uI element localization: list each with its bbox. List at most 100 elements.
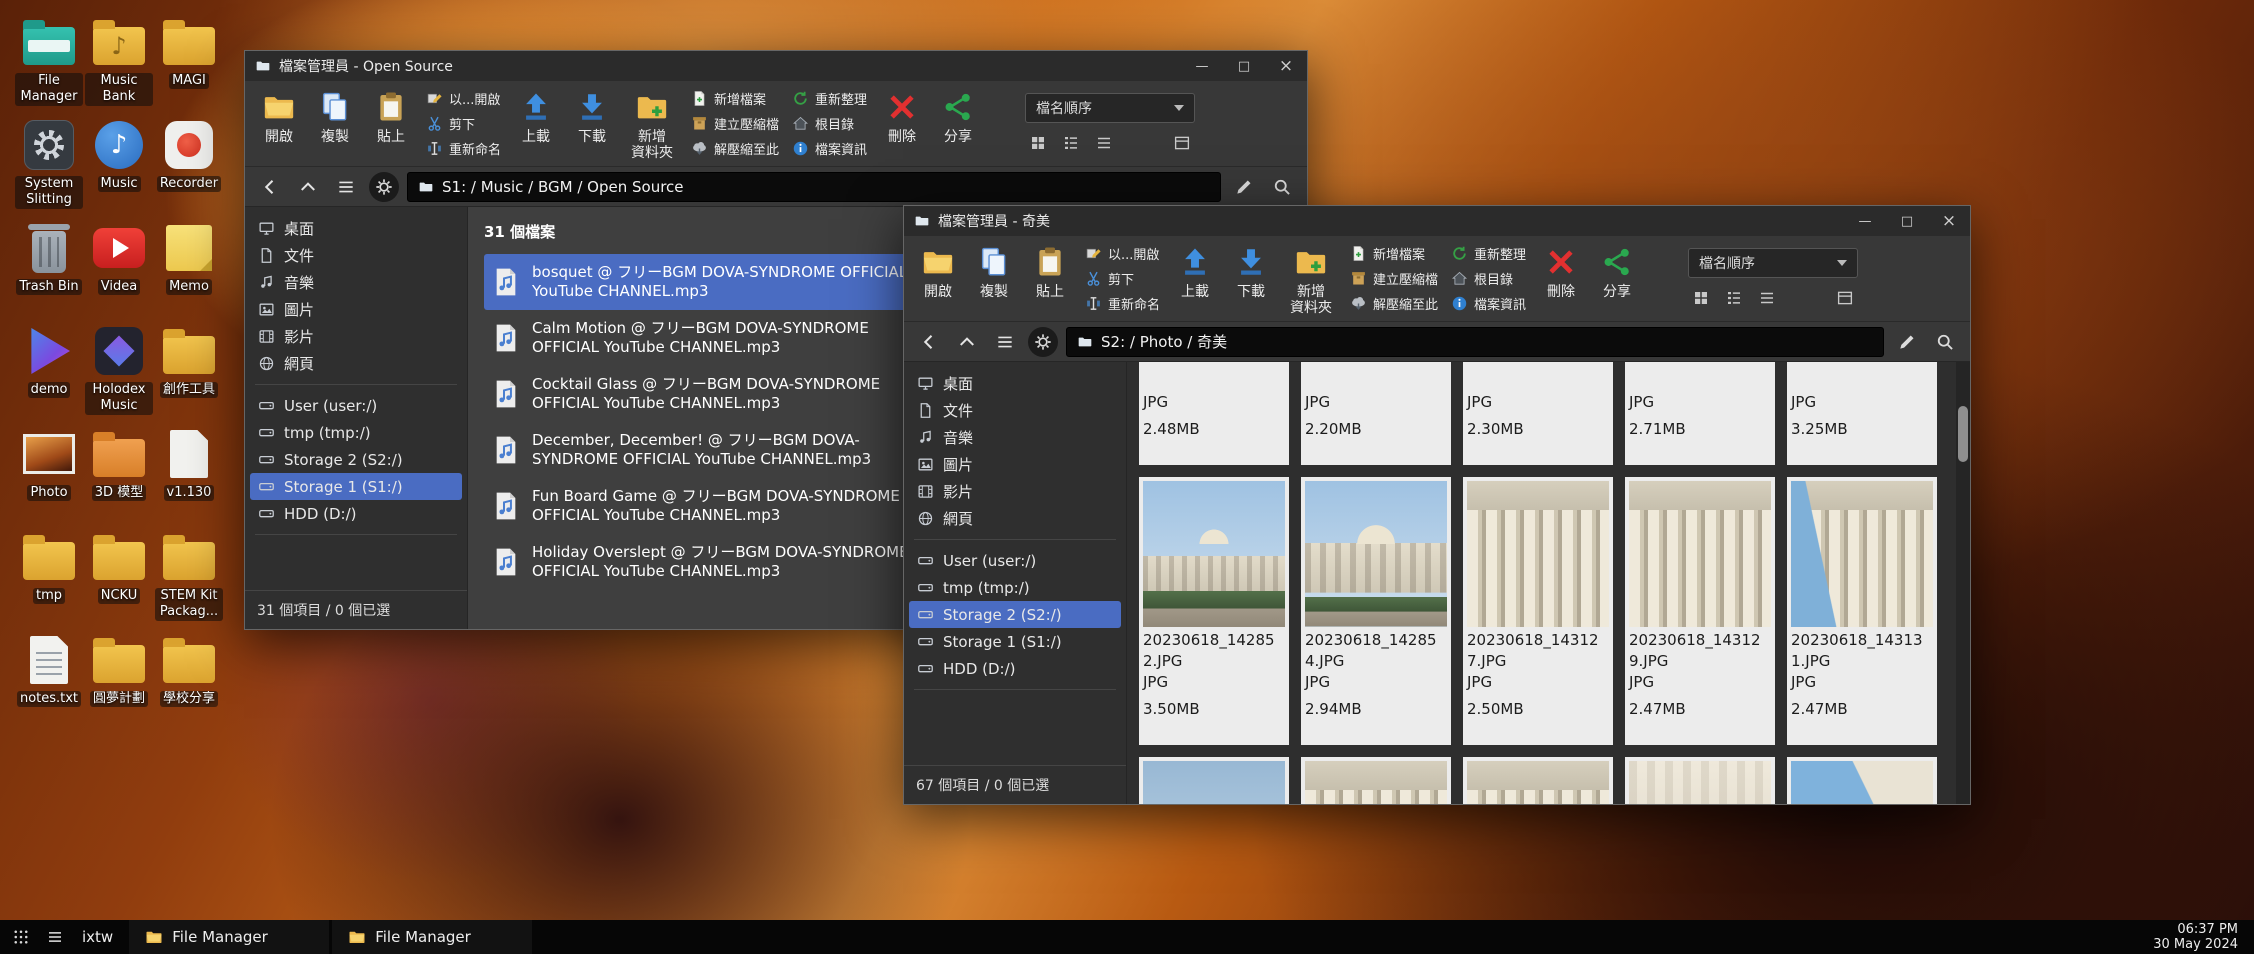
- back-button[interactable]: [255, 172, 285, 202]
- toolbar-button[interactable]: 開啟: [257, 88, 301, 160]
- toolbar-mini-button[interactable]: 以...開啟: [426, 89, 501, 108]
- file-row[interactable]: Cocktail Glass @ フリーBGM DOVA-SYNDROME OF…: [484, 366, 954, 422]
- sidebar-place-item[interactable]: 音樂: [250, 269, 462, 296]
- view-detail-button[interactable]: [1058, 132, 1084, 154]
- toolbar-mini-button[interactable]: 解壓縮至此: [1350, 294, 1438, 313]
- photo-card[interactable]: 20230618_143127.JPG JPG 2.50MB: [1463, 477, 1613, 745]
- toolbar-mini-button[interactable]: 新增檔案: [1350, 244, 1438, 263]
- photo-card[interactable]: JPG 3.25MB: [1787, 362, 1937, 465]
- sidebar-place-item[interactable]: 桌面: [250, 215, 462, 242]
- toolbar-mini-button[interactable]: 檔案資訊: [792, 139, 867, 158]
- desktop-icon[interactable]: MAGI: [154, 14, 224, 117]
- toolbar-mini-button[interactable]: 剪下: [1085, 269, 1160, 288]
- toolbar-mini-button[interactable]: 根目錄: [792, 114, 867, 133]
- sidebar-drive-item[interactable]: Storage 1 (S1:/): [909, 628, 1121, 655]
- sidebar-place-item[interactable]: 音樂: [909, 424, 1121, 451]
- toolbar-button[interactable]: 複製: [313, 88, 357, 160]
- toolbar-button[interactable]: 分享: [1595, 243, 1639, 315]
- desktop-icon[interactable]: System Slitting: [14, 117, 84, 220]
- photo-card[interactable]: JPG 2.48MB: [1139, 362, 1289, 465]
- sidebar-place-item[interactable]: 影片: [250, 323, 462, 350]
- toolbar-mini-button[interactable]: 檔案資訊: [1451, 294, 1526, 313]
- taskbar-menu-button[interactable]: [40, 922, 70, 952]
- file-row[interactable]: Calm Motion @ フリーBGM DOVA-SYNDROME OFFIC…: [484, 310, 954, 366]
- view-detail-button[interactable]: [1721, 287, 1747, 309]
- view-compact-button[interactable]: [1754, 287, 1780, 309]
- toolbar-mini-button[interactable]: 建立壓縮檔: [1350, 269, 1438, 288]
- sort-dropdown[interactable]: 檔名順序: [1025, 93, 1195, 123]
- toolbar-button[interactable]: 新增 資料夾: [1285, 243, 1337, 315]
- sidebar-drive-item[interactable]: tmp (tmp:/): [909, 574, 1121, 601]
- photo-card[interactable]: 20230618_142852.JPG JPG 3.50MB: [1139, 477, 1289, 745]
- photo-card[interactable]: [1625, 757, 1775, 804]
- photo-card[interactable]: [1463, 757, 1613, 804]
- up-button[interactable]: [293, 172, 323, 202]
- sidebar-drive-item[interactable]: HDD (D:/): [250, 500, 462, 527]
- settings-button[interactable]: [369, 172, 399, 202]
- desktop-icon[interactable]: Videa: [84, 220, 154, 323]
- sidebar-place-item[interactable]: 文件: [250, 242, 462, 269]
- desktop-icon[interactable]: demo: [14, 323, 84, 426]
- settings-button[interactable]: [1028, 327, 1058, 357]
- photo-card[interactable]: 20230618_143129.JPG JPG 2.47MB: [1625, 477, 1775, 745]
- file-row[interactable]: Holiday Overslept @ フリーBGM DOVA-SYNDROME…: [484, 534, 954, 590]
- toolbar-button[interactable]: 刪除: [1539, 243, 1583, 315]
- desktop-icon[interactable]: 創作工具: [154, 323, 224, 426]
- photo-card[interactable]: [1301, 757, 1451, 804]
- desktop-icon[interactable]: v1.130: [154, 426, 224, 529]
- desktop-icon[interactable]: Photo: [14, 426, 84, 529]
- taskbar-app-button[interactable]: File Manager: [129, 920, 329, 954]
- desktop-icon[interactable]: notes.txt: [14, 632, 84, 735]
- toolbar-button[interactable]: 下載: [1229, 243, 1273, 315]
- toolbar-mini-button[interactable]: 建立壓縮檔: [691, 114, 779, 133]
- desktop-icon[interactable]: 圓夢計劃: [84, 632, 154, 735]
- menu-button[interactable]: [990, 327, 1020, 357]
- photo-card[interactable]: [1139, 757, 1289, 804]
- app-launcher-button[interactable]: [6, 922, 36, 952]
- minimize-button[interactable]: —: [1844, 206, 1886, 236]
- scrollbar[interactable]: [1956, 362, 1970, 804]
- edit-path-button[interactable]: [1229, 172, 1259, 202]
- sort-dropdown[interactable]: 檔名順序: [1688, 248, 1858, 278]
- toolbar-button[interactable]: 複製: [972, 243, 1016, 315]
- toolbar-mini-button[interactable]: 根目錄: [1451, 269, 1526, 288]
- view-compact-button[interactable]: [1091, 132, 1117, 154]
- toolbar-button[interactable]: 開啟: [916, 243, 960, 315]
- view-grid-button[interactable]: [1025, 132, 1051, 154]
- close-button[interactable]: ×: [1265, 51, 1307, 81]
- toolbar-mini-button[interactable]: 重新整理: [1451, 244, 1526, 263]
- desktop-icon[interactable]: File Manager: [14, 14, 84, 117]
- desktop-icon[interactable]: Recorder: [154, 117, 224, 220]
- file-row[interactable]: December, December! @ フリーBGM DOVA-SYNDRO…: [484, 422, 954, 478]
- toolbar-mini-button[interactable]: 重新命名: [426, 139, 501, 158]
- minimize-button[interactable]: —: [1181, 51, 1223, 81]
- desktop-icon[interactable]: Memo: [154, 220, 224, 323]
- toolbar-button[interactable]: 貼上: [1028, 243, 1072, 315]
- desktop-icon[interactable]: Music Bank: [84, 14, 154, 117]
- file-row[interactable]: Fun Board Game @ フリーBGM DOVA-SYNDROME OF…: [484, 478, 954, 534]
- input-method-indicator[interactable]: ixtw: [82, 928, 113, 946]
- sidebar-place-item[interactable]: 圖片: [250, 296, 462, 323]
- sidebar-drive-item[interactable]: Storage 2 (S2:/): [909, 601, 1121, 628]
- desktop-icon[interactable]: STEM Kit Packag...: [154, 529, 224, 632]
- photo-card[interactable]: JPG 2.30MB: [1463, 362, 1613, 465]
- desktop-icon[interactable]: Trash Bin: [14, 220, 84, 323]
- sidebar-drive-item[interactable]: User (user:/): [250, 392, 462, 419]
- photo-card[interactable]: JPG 2.20MB: [1301, 362, 1451, 465]
- photo-card[interactable]: 20230618_143131.JPG JPG 2.47MB: [1787, 477, 1937, 745]
- scrollbar-thumb[interactable]: [1958, 406, 1968, 462]
- maximize-button[interactable]: □: [1886, 206, 1928, 236]
- sidebar-drive-item[interactable]: Storage 1 (S1:/): [250, 473, 462, 500]
- search-button[interactable]: [1930, 327, 1960, 357]
- sidebar-place-item[interactable]: 網頁: [909, 505, 1121, 532]
- toolbar-mini-button[interactable]: 剪下: [426, 114, 501, 133]
- desktop-icon[interactable]: Holodex Music: [84, 323, 154, 426]
- close-button[interactable]: ×: [1928, 206, 1970, 236]
- toolbar-button[interactable]: 分享: [936, 88, 980, 160]
- photo-card[interactable]: JPG 2.71MB: [1625, 362, 1775, 465]
- maximize-button[interactable]: □: [1223, 51, 1265, 81]
- sidebar-place-item[interactable]: 桌面: [909, 370, 1121, 397]
- desktop-icon[interactable]: Music: [84, 117, 154, 220]
- sidebar-place-item[interactable]: 網頁: [250, 350, 462, 377]
- edit-path-button[interactable]: [1892, 327, 1922, 357]
